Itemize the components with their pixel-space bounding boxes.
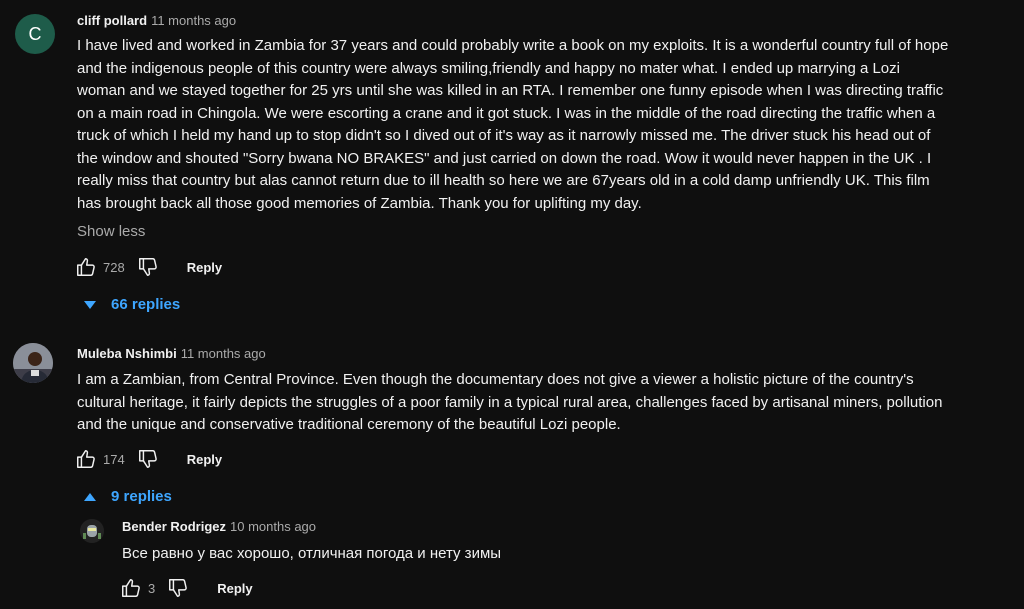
avatar[interactable]: [13, 343, 53, 383]
robot-avatar-icon: [80, 519, 104, 543]
avatar-letter: C: [28, 23, 42, 44]
dislike-icon[interactable]: [167, 577, 189, 599]
replies-label: 9 replies: [111, 488, 172, 505]
like-icon[interactable]: [120, 577, 142, 599]
comment-actions: 728 Reply: [75, 255, 222, 279]
like-count: 174: [103, 451, 125, 467]
reply-avatar[interactable]: [80, 519, 104, 543]
reply-actions: 3 Reply: [120, 576, 253, 600]
dislike-icon[interactable]: [137, 256, 159, 278]
like-icon[interactable]: [75, 256, 97, 278]
like-count: 3: [148, 580, 156, 596]
like-icon[interactable]: [75, 448, 97, 470]
comment-header: Muleba Nshimbi 11 months ago: [77, 346, 266, 361]
show-less-button[interactable]: Show less: [77, 223, 145, 240]
hide-replies-button[interactable]: 9 replies: [83, 488, 172, 505]
comment-time[interactable]: 11 months ago: [151, 13, 236, 28]
caret-up-icon: [84, 492, 96, 501]
reply-button[interactable]: Reply: [187, 260, 222, 275]
reply-time[interactable]: 10 months ago: [230, 519, 316, 534]
caret-down-icon: [84, 300, 96, 309]
reply-text: Все равно у вас хорошо, отличная погода …: [122, 545, 502, 562]
reply-header: Bender Rodrigez 10 months ago: [122, 519, 316, 534]
comment-time[interactable]: 11 months ago: [181, 346, 266, 361]
dislike-icon[interactable]: [137, 448, 159, 470]
comment-text: I have lived and worked in Zambia for 37…: [77, 37, 949, 212]
comment-author[interactable]: Muleba Nshimbi: [77, 346, 177, 361]
replies-label: 66 replies: [111, 296, 181, 313]
reply-author[interactable]: Bender Rodrigez: [122, 519, 226, 534]
comment-actions: 174 Reply: [75, 447, 222, 471]
comment-text: I am a Zambian, from Central Province. E…: [77, 371, 943, 433]
comment-header: cliff pollard 11 months ago: [77, 13, 236, 28]
avatar[interactable]: C: [15, 14, 55, 54]
reply-button[interactable]: Reply: [187, 452, 222, 467]
view-replies-button[interactable]: 66 replies: [83, 296, 180, 313]
comment-author[interactable]: cliff pollard: [77, 13, 147, 28]
reply-button[interactable]: Reply: [217, 581, 252, 596]
like-count: 728: [103, 259, 125, 275]
person-photo-icon: [13, 343, 53, 383]
